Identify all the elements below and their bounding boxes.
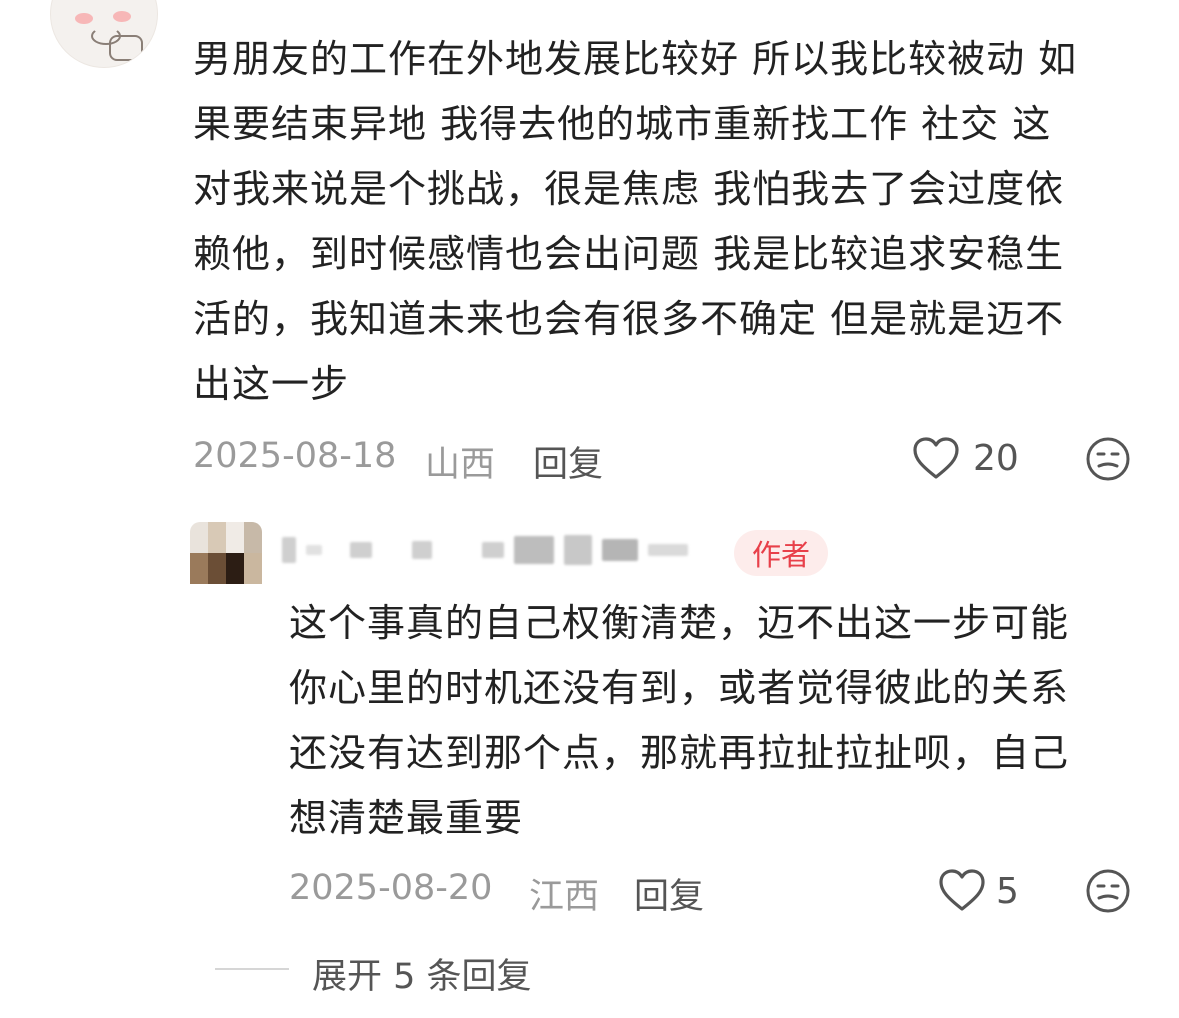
comment-line: 男朋友的工作在外地发展比较好 所以我比较被动 如	[193, 37, 1078, 81]
comment-line: 活的，我知道未来也会有很多不确定 但是就是迈不	[193, 297, 1065, 341]
heart-outline-icon	[913, 437, 959, 479]
dislike-button[interactable]	[1085, 436, 1131, 482]
reply-location: 江西	[529, 877, 600, 917]
comment-line: 果要结束异地 我得去他的城市重新找工作 社交 这	[193, 102, 1052, 146]
reply-like-count: 5	[996, 871, 1019, 912]
like-count: 20	[973, 438, 1019, 479]
avatar-hand	[109, 35, 143, 61]
author-name-blurred[interactable]	[282, 535, 688, 565]
reply-dislike-button[interactable]	[1085, 868, 1131, 914]
comment-line: 对我来说是个挑战，很是焦虑 我怕我去了会过度依	[193, 167, 1065, 211]
comment-location: 山西	[425, 445, 496, 485]
avatar-cheek	[75, 13, 93, 24]
blurred-name-chunk	[350, 542, 372, 558]
comment-line: 出这一步	[193, 362, 350, 406]
reply-reply-button[interactable]: 回复	[634, 868, 704, 919]
meh-face-icon	[1086, 869, 1130, 913]
like-button[interactable]	[912, 436, 964, 482]
blurred-name-chunk	[648, 544, 688, 556]
reply-line: 还没有达到那个点，那就再拉扯拉扯呗，自己	[289, 731, 1070, 775]
avatar-cheek	[113, 11, 131, 22]
blurred-name-chunk	[564, 535, 592, 565]
blurred-name-chunk	[514, 536, 554, 564]
blurred-name-chunk	[602, 539, 638, 561]
reply-line: 你心里的时机还没有到，或者觉得彼此的关系	[289, 666, 1070, 710]
comment-date: 2025-08-18	[193, 436, 397, 476]
expand-divider	[215, 968, 289, 970]
blurred-name-chunk	[282, 537, 296, 563]
reply-like-button[interactable]	[938, 868, 990, 914]
blurred-name-chunk	[482, 542, 504, 558]
reply-body: 这个事真的自己权衡清楚，迈不出这一步可能 你心里的时机还没有到，或者觉得彼此的关…	[289, 591, 1149, 851]
blurred-name-chunk	[412, 541, 432, 559]
heart-outline-icon	[939, 869, 985, 911]
reply-date: 2025-08-20	[289, 868, 493, 908]
comment-body: 男朋友的工作在外地发展比较好 所以我比较被动 如 果要结束异地 我得去他的城市重…	[193, 27, 1143, 417]
commenter-avatar[interactable]	[50, 0, 158, 68]
author-badge: 作者	[734, 530, 828, 576]
expand-replies-button[interactable]: 展开 5 条回复	[312, 948, 532, 999]
author-avatar[interactable]	[190, 522, 262, 584]
blurred-name-chunk	[306, 545, 322, 555]
reply-line: 这个事真的自己权衡清楚，迈不出这一步可能	[289, 601, 1070, 645]
reply-line: 想清楚最重要	[289, 796, 524, 840]
comment-line: 赖他，到时候感情也会出问题 我是比较追求安稳生	[193, 232, 1065, 276]
comment-reply-button[interactable]: 回复	[533, 436, 603, 487]
meh-face-icon	[1086, 437, 1130, 481]
